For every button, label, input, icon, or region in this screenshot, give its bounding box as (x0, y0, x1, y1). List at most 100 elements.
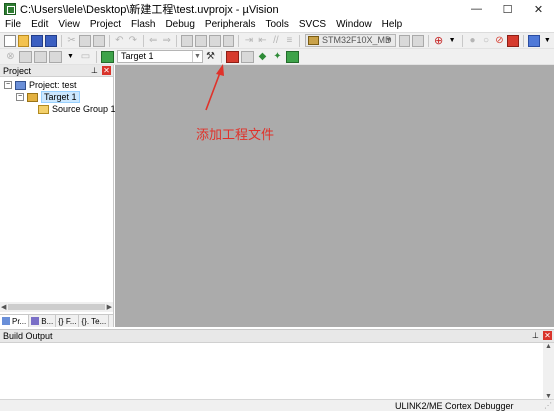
scroll-thumb[interactable] (8, 304, 105, 310)
menu-peripherals[interactable]: Peripherals (200, 18, 261, 32)
stop-build-icon[interactable]: ▭ (79, 51, 92, 63)
tab-functions[interactable]: {} F... (56, 315, 80, 327)
chevron-down-icon[interactable]: ▼ (64, 51, 77, 63)
target-select[interactable]: Target 1 ▼ (117, 50, 203, 63)
pin-icon[interactable]: ⊥ (531, 331, 540, 340)
scroll-left-icon[interactable]: ◀ (1, 303, 6, 311)
project-icon (15, 80, 26, 90)
window-layout-icon[interactable] (527, 34, 540, 47)
select-software-packs-icon[interactable] (286, 50, 299, 63)
device-select[interactable]: STM32F10X_MD ▼ (305, 34, 396, 47)
download-icon[interactable] (101, 50, 114, 63)
unindent-icon[interactable]: ⇤ (257, 35, 269, 47)
clear-bookmarks-icon[interactable] (222, 34, 235, 47)
tab-books[interactable]: B... (29, 315, 57, 327)
nav-back-icon[interactable]: ⇐ (147, 35, 159, 47)
tree-item-source-group[interactable]: Source Group 1 (38, 103, 116, 115)
tab-label: B... (41, 316, 54, 326)
debug-settings-icon[interactable] (398, 34, 411, 47)
save-all-icon[interactable] (45, 34, 57, 47)
menu-edit[interactable]: Edit (26, 18, 53, 32)
vertical-scrollbar[interactable]: ▲ ▼ (543, 343, 554, 400)
target-name: Target 1 (121, 51, 154, 61)
close-pane-icon[interactable]: ✕ (102, 66, 111, 75)
compile-icon[interactable]: ⊗ (4, 51, 17, 63)
debugger-status: ULINK2/ME Cortex Debugger (395, 401, 514, 411)
indent-icon[interactable]: ⇥ (243, 35, 255, 47)
file-extensions-icon[interactable] (241, 50, 254, 63)
toolbar-separator (108, 34, 110, 47)
menu-flash[interactable]: Flash (126, 18, 160, 32)
undo-icon[interactable]: ↶ (114, 35, 126, 47)
menu-project[interactable]: Project (85, 18, 126, 32)
horizontal-scrollbar[interactable]: ◀ ▶ (0, 302, 113, 312)
chip-icon (308, 36, 320, 45)
maximize-button[interactable]: ☐ (492, 0, 523, 18)
collapse-icon[interactable]: − (4, 81, 12, 89)
nav-forward-icon[interactable]: ⇒ (161, 35, 173, 47)
toolbar-separator (427, 34, 429, 47)
menu-debug[interactable]: Debug (160, 18, 199, 32)
cut-icon[interactable]: ✂ (66, 35, 78, 47)
rebuild-icon[interactable] (34, 50, 47, 63)
pane-buttons: ⊥ ✕ (90, 66, 111, 75)
build-icon[interactable] (19, 50, 32, 63)
breakpoint-icon[interactable]: ● (467, 35, 479, 47)
menu-svcs[interactable]: SVCS (294, 18, 331, 32)
copy-icon[interactable] (79, 34, 91, 47)
chevron-down-icon[interactable]: ▼ (542, 35, 554, 47)
run-time-environment-icon[interactable]: ✦ (271, 51, 284, 63)
window-title: C:\Users\lele\Desktop\新建工程\test.uvprojx … (20, 4, 279, 16)
close-pane-icon[interactable]: ✕ (543, 331, 552, 340)
scroll-up-icon[interactable]: ▲ (545, 343, 552, 350)
menu-tools[interactable]: Tools (261, 18, 294, 32)
next-bookmark-icon[interactable] (208, 34, 221, 47)
toolbar-separator (142, 34, 144, 47)
tools-icon[interactable] (412, 34, 424, 47)
menu-view[interactable]: View (53, 18, 85, 32)
tree-item-target[interactable]: − Target 1 (16, 91, 80, 103)
tab-project[interactable]: Pr... (0, 315, 30, 327)
uncomment-icon[interactable]: ≡ (284, 35, 296, 47)
save-icon[interactable] (31, 34, 44, 47)
menu-help[interactable]: Help (377, 18, 408, 32)
toolbar-separator (299, 34, 301, 47)
resize-grip-icon[interactable]: ⋰ (544, 401, 552, 410)
project-pane: Project ⊥ ✕ − Project: test − Target 1 S… (0, 65, 116, 327)
stop-icon[interactable] (507, 34, 519, 47)
tab-label: {}. Te... (81, 316, 107, 326)
bookmark-icon[interactable] (181, 34, 194, 47)
paste-icon[interactable] (92, 34, 105, 47)
menu-window[interactable]: Window (331, 18, 377, 32)
books-tab-icon (31, 317, 40, 325)
editor-area[interactable] (115, 65, 554, 327)
menu-file[interactable]: File (0, 18, 26, 32)
close-button[interactable]: ✕ (523, 0, 554, 18)
prev-bookmark-icon[interactable] (195, 34, 207, 47)
new-file-icon[interactable] (4, 34, 16, 47)
toolbar-separator (176, 34, 178, 47)
pack-installer-icon[interactable]: ◆ (256, 51, 269, 63)
menu-bar: File Edit View Project Flash Debug Perip… (0, 18, 554, 32)
redo-icon[interactable]: ↷ (127, 35, 139, 47)
chevron-down-icon[interactable]: ▼ (446, 35, 458, 47)
breakpoint-disable-icon[interactable]: ○ (480, 35, 492, 47)
open-file-icon[interactable] (17, 34, 30, 47)
manage-project-items-icon[interactable] (226, 50, 239, 63)
toolbar-separator (522, 34, 524, 47)
minimize-button[interactable]: — (461, 0, 492, 18)
tab-templates[interactable]: {}. Te... (79, 315, 110, 327)
toolbar-separator (221, 50, 222, 63)
tree-item-project[interactable]: − Project: test (4, 79, 77, 91)
batch-build-icon[interactable] (49, 50, 62, 63)
comment-icon[interactable]: // (270, 35, 282, 47)
project-tree: − Project: test − Target 1 Source Group … (0, 77, 116, 303)
target-options-icon[interactable]: ⚒ (204, 51, 217, 63)
build-toolbar: ⊗ ▼ ▭ Target 1 ▼ ⚒ ◆ ✦ (0, 49, 554, 65)
scroll-right-icon[interactable]: ▶ (107, 303, 112, 311)
zoom-search-icon[interactable]: ⊕ (433, 35, 445, 47)
collapse-icon[interactable]: − (16, 93, 24, 101)
pin-icon[interactable]: ⊥ (90, 66, 99, 75)
kill-breakpoints-icon[interactable]: ⊘ (494, 35, 506, 47)
chevron-down-icon: ▼ (385, 37, 392, 44)
